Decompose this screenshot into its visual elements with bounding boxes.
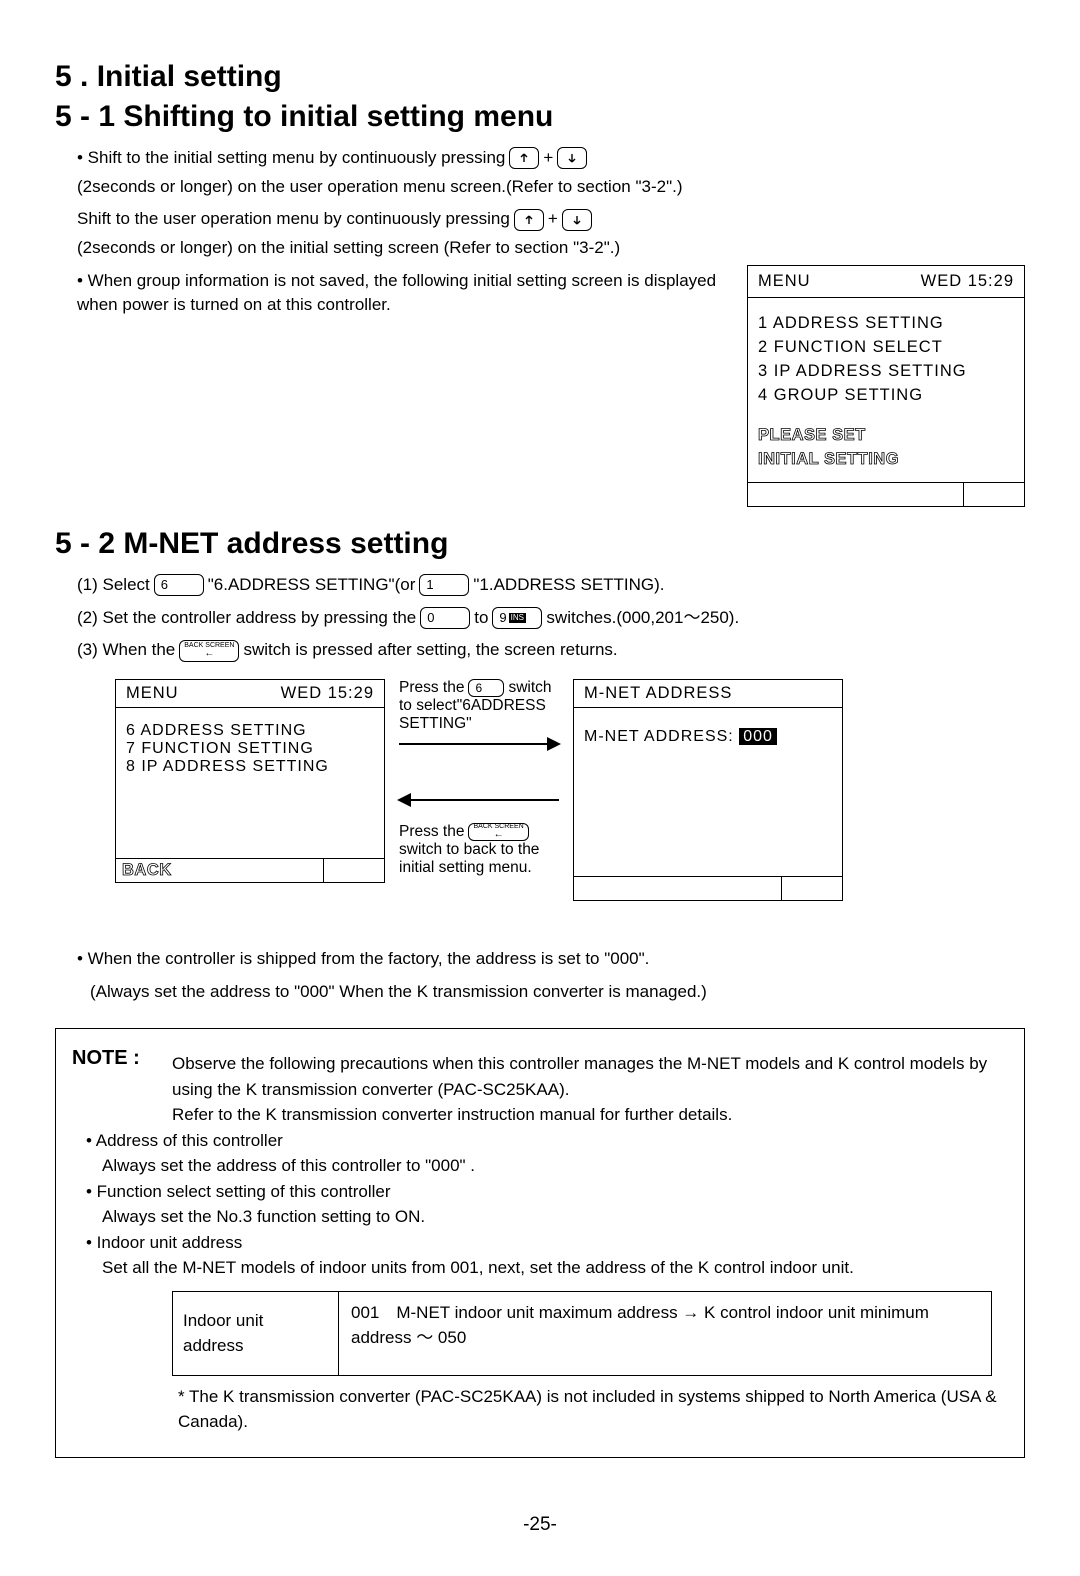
step-1: (1) Select 6 "6.ADDRESS SETTING"(or 1 "1… (77, 573, 1025, 598)
lcd-clock: WED 15:29 (281, 684, 374, 703)
key-9-ins: 9INS (492, 607, 542, 629)
heading-5-2: 5 - 2 M-NET address setting (55, 527, 1025, 561)
text: "6.ADDRESS SETTING"(or (208, 573, 416, 598)
page-number: -25- (0, 1514, 1080, 1536)
key-6: 6 (154, 574, 204, 596)
note-bullet: • Address of this controller (86, 1128, 1008, 1154)
lcd-clock: WED 15:29 (921, 270, 1014, 294)
lcd-footer-cell (964, 483, 1024, 506)
note-bullet-detail: Always set the No.3 function setting to … (102, 1204, 1008, 1230)
lcd-prompt: INITIAL SETTING (758, 448, 1014, 472)
lcd-footer-cell (748, 483, 964, 506)
key-up-icon (514, 209, 544, 231)
lcd-footer-cell (782, 877, 842, 900)
lcd-item: 1 ADDRESS SETTING (758, 312, 1014, 336)
indoor-unit-address-table: Indoor unit address 001 M-NET indoor uni… (172, 1291, 992, 1376)
key-back-screen: BACK SCREEN← (468, 823, 528, 841)
note-bullet: • Indoor unit address (86, 1230, 1008, 1256)
para-5-1-bullet2: Shift to the user operation menu by cont… (77, 207, 1025, 260)
text: (2seconds or longer) on the user operati… (77, 175, 683, 200)
table-label: Indoor unit address (173, 1292, 339, 1375)
heading-5: 5 . Initial setting (55, 60, 1025, 94)
text: "1.ADDRESS SETTING). (473, 573, 664, 598)
flow-captions: Press the 6 switch to select"6ADDRESS SE… (399, 679, 559, 877)
heading-5-1: 5 - 1 Shifting to initial setting menu (55, 100, 1025, 134)
key-0: 0 (420, 607, 470, 629)
lcd-mnet-address: M-NET ADDRESS M-NET ADDRESS: 000 (573, 679, 843, 901)
text: • Shift to the initial setting menu by c… (77, 146, 505, 171)
key-up-icon (509, 147, 539, 169)
key-6: 6 (468, 679, 504, 697)
key-down-icon (557, 147, 587, 169)
note-bullet-detail: Always set the address of this controlle… (102, 1153, 1008, 1179)
note-line: Observe the following precautions when t… (172, 1051, 1008, 1102)
text: (1) Select (77, 573, 150, 598)
text: • When group information is not saved, t… (77, 271, 716, 315)
lcd-item: 6 ADDRESS SETTING (126, 722, 374, 740)
text: switch (508, 679, 551, 697)
arrow-left-icon (399, 799, 559, 801)
text: Press the (399, 679, 464, 697)
text: switches.(000,201～250). (546, 606, 739, 631)
plus-text: + (543, 146, 553, 171)
step-3: (3) When the BACK SCREEN← switch is pres… (77, 638, 1025, 663)
arrow-right-icon (399, 743, 559, 745)
mnet-address-value: 000 (739, 728, 777, 745)
key-back-screen: BACK SCREEN← (179, 640, 239, 662)
lcd-back-label: BACK (116, 859, 324, 882)
lcd-initial-menu: MENU WED 15:29 1 ADDRESS SETTING 2 FUNCT… (747, 265, 1025, 507)
lcd-item: 4 GROUP SETTING (758, 384, 1014, 408)
mnet-address-label: M-NET ADDRESS: (584, 728, 734, 745)
text: (2seconds or longer) on the initial sett… (77, 236, 620, 261)
lcd-item: 7 FUNCTION SETTING (126, 740, 374, 758)
text: (2) Set the controller address by pressi… (77, 606, 416, 631)
lcd-item: 3 IP ADDRESS SETTING (758, 360, 1014, 384)
para-5-1-bullet1: • Shift to the initial setting menu by c… (77, 146, 1025, 199)
lcd-menu-label: MENU (758, 270, 811, 294)
ins-chip: INS (509, 613, 526, 623)
note-footnote: * The K transmission converter (PAC-SC25… (178, 1384, 1008, 1435)
lcd-footer-cell (574, 877, 782, 900)
post-note-2: (Always set the address to "000" When th… (90, 980, 1025, 1005)
text: switch is pressed after setting, the scr… (243, 638, 617, 663)
text: (3) When the (77, 638, 175, 663)
text: switch to back to the initial setting me… (399, 841, 559, 877)
table-value: 001 M-NET indoor unit maximum address → … (339, 1292, 991, 1375)
text: to (474, 606, 488, 631)
text: to select"6ADDRESS SETTING" (399, 697, 559, 733)
para-5-1-bullet3: MENU WED 15:29 1 ADDRESS SETTING 2 FUNCT… (77, 269, 1025, 507)
plus-text: + (548, 207, 558, 232)
key-down-icon (562, 209, 592, 231)
key-1: 1 (419, 574, 469, 596)
lcd-title: M-NET ADDRESS (584, 684, 732, 703)
key-9-label: 9 (499, 609, 506, 628)
note-label: NOTE : (72, 1047, 140, 1069)
note-line: Refer to the K transmission converter in… (172, 1102, 1008, 1128)
lcd-footer-cell (324, 859, 384, 882)
lcd-menu-label: MENU (126, 684, 179, 703)
lcd-item: 8 IP ADDRESS SETTING (126, 758, 374, 776)
lcd-item: 2 FUNCTION SELECT (758, 336, 1014, 360)
lcd-menu-6-8: MENU WED 15:29 6 ADDRESS SETTING 7 FUNCT… (115, 679, 385, 883)
lcd-prompt: PLEASE SET (758, 424, 1014, 448)
note-bullet-detail: Set all the M-NET models of indoor units… (102, 1255, 1008, 1281)
note-bullet: • Function select setting of this contro… (86, 1179, 1008, 1205)
flow-diagram: MENU WED 15:29 6 ADDRESS SETTING 7 FUNCT… (115, 679, 1025, 901)
note-box: NOTE : Observe the following precautions… (55, 1028, 1025, 1458)
text: Shift to the user operation menu by cont… (77, 207, 510, 232)
text: Press the (399, 823, 464, 841)
step-2: (2) Set the controller address by pressi… (77, 606, 1025, 631)
post-note-1: • When the controller is shipped from th… (77, 947, 1025, 972)
